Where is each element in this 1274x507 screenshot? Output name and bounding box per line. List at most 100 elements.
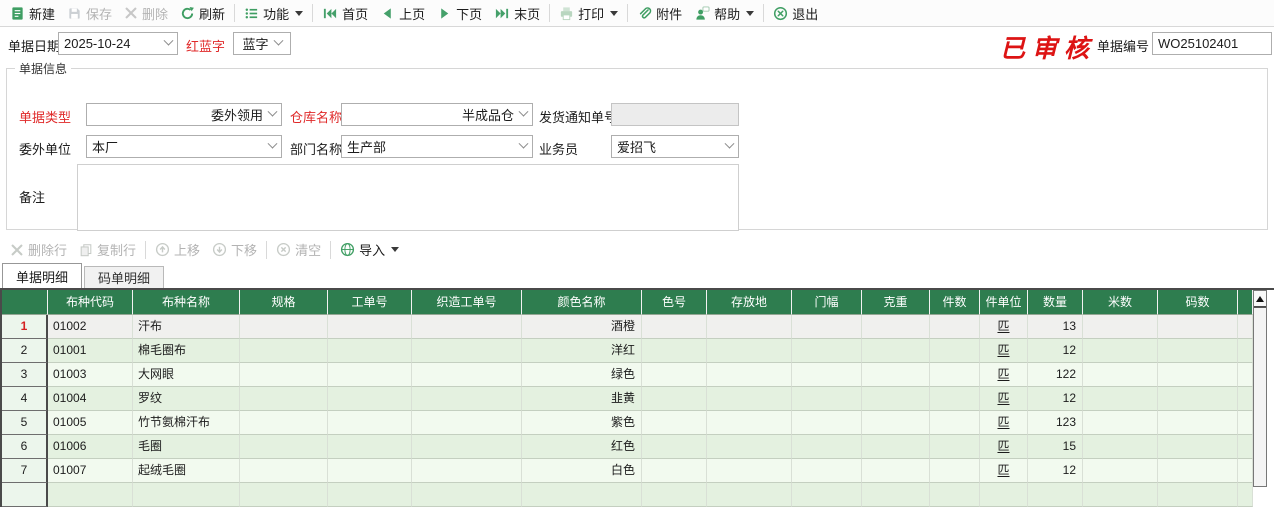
table-cell[interactable] xyxy=(1083,411,1158,435)
print-button[interactable]: 打印 xyxy=(553,1,624,26)
table-cell[interactable]: 12 xyxy=(1028,339,1083,363)
table-cell[interactable] xyxy=(792,411,862,435)
table-cell[interactable] xyxy=(240,339,328,363)
first-page-button[interactable]: 首页 xyxy=(316,1,374,26)
table-cell[interactable] xyxy=(930,387,980,411)
table-cell[interactable] xyxy=(1158,339,1238,363)
table-cell[interactable] xyxy=(707,363,792,387)
table-cell[interactable] xyxy=(240,411,328,435)
move-up-button[interactable]: 上移 xyxy=(149,237,206,262)
refresh-button[interactable]: 刷新 xyxy=(174,1,231,26)
table-cell[interactable]: 汗布 xyxy=(133,315,240,339)
table-cell[interactable] xyxy=(328,315,412,339)
delete-button[interactable]: 删除 xyxy=(118,1,174,26)
table-cell[interactable] xyxy=(707,411,792,435)
table-cell[interactable] xyxy=(792,315,862,339)
table-cell[interactable] xyxy=(328,459,412,483)
table-cell[interactable]: 匹 xyxy=(980,339,1028,363)
table-cell[interactable] xyxy=(707,435,792,459)
table-cell[interactable] xyxy=(862,315,930,339)
table-cell[interactable] xyxy=(1083,387,1158,411)
table-cell[interactable] xyxy=(1238,387,1253,411)
row-number-cell[interactable]: 4 xyxy=(2,387,48,411)
clear-button[interactable]: 清空 xyxy=(270,237,327,262)
table-cell[interactable]: 13 xyxy=(1028,315,1083,339)
table-cell[interactable] xyxy=(642,387,707,411)
table-cell[interactable] xyxy=(412,435,522,459)
table-cell[interactable] xyxy=(642,363,707,387)
table-cell[interactable]: 01002 xyxy=(48,315,133,339)
table-cell[interactable] xyxy=(1083,363,1158,387)
table-cell[interactable]: 紫色 xyxy=(522,411,642,435)
last-page-button[interactable]: 末页 xyxy=(488,1,546,26)
table-cell[interactable] xyxy=(328,435,412,459)
table-cell[interactable] xyxy=(642,315,707,339)
vertical-scrollbar[interactable] xyxy=(1253,290,1267,487)
salesman-combobox[interactable]: 爱招飞 xyxy=(611,135,739,158)
functions-button[interactable]: 功能 xyxy=(238,1,309,26)
department-combobox[interactable]: 生产部 xyxy=(341,135,533,158)
table-cell[interactable]: 韭黄 xyxy=(522,387,642,411)
table-cell[interactable]: 01003 xyxy=(48,363,133,387)
table-cell[interactable] xyxy=(1083,435,1158,459)
table-cell[interactable]: 匹 xyxy=(980,435,1028,459)
table-cell[interactable] xyxy=(412,339,522,363)
table-cell[interactable] xyxy=(642,435,707,459)
table-cell[interactable] xyxy=(240,387,328,411)
row-number-cell[interactable]: 6 xyxy=(2,435,48,459)
table-cell[interactable] xyxy=(328,387,412,411)
table-cell[interactable]: 01004 xyxy=(48,387,133,411)
table-cell[interactable]: 红色 xyxy=(522,435,642,459)
table-cell[interactable] xyxy=(328,339,412,363)
table-cell[interactable] xyxy=(862,363,930,387)
help-button[interactable]: 帮助 xyxy=(688,1,760,26)
table-cell[interactable]: 起绒毛圈 xyxy=(133,459,240,483)
table-cell[interactable] xyxy=(930,339,980,363)
table-cell[interactable]: 匹 xyxy=(980,315,1028,339)
table-cell[interactable] xyxy=(792,363,862,387)
next-page-button[interactable]: 下页 xyxy=(431,1,488,26)
table-cell[interactable] xyxy=(1083,459,1158,483)
table-cell[interactable] xyxy=(1158,411,1238,435)
import-button[interactable]: 导入 xyxy=(334,237,405,262)
doc-type-combobox[interactable]: 委外领用 xyxy=(86,103,282,126)
table-cell[interactable]: 01001 xyxy=(48,339,133,363)
table-cell[interactable] xyxy=(642,459,707,483)
table-cell[interactable] xyxy=(1083,339,1158,363)
table-cell[interactable] xyxy=(412,411,522,435)
row-number-cell[interactable]: 7 xyxy=(2,459,48,483)
table-cell[interactable]: 122 xyxy=(1028,363,1083,387)
remark-textarea[interactable] xyxy=(77,164,739,231)
row-number-cell[interactable]: 3 xyxy=(2,363,48,387)
table-cell[interactable] xyxy=(642,339,707,363)
table-cell[interactable]: 绿色 xyxy=(522,363,642,387)
table-cell[interactable] xyxy=(1238,459,1253,483)
table-cell[interactable]: 大网眼 xyxy=(133,363,240,387)
table-cell[interactable]: 12 xyxy=(1028,387,1083,411)
table-cell[interactable] xyxy=(1238,411,1253,435)
table-cell[interactable] xyxy=(862,459,930,483)
table-cell[interactable]: 毛圈 xyxy=(133,435,240,459)
new-button[interactable]: 新建 xyxy=(4,1,61,26)
blue-entry-combobox[interactable]: 蓝字 xyxy=(233,32,291,55)
table-cell[interactable]: 01006 xyxy=(48,435,133,459)
attachment-button[interactable]: 附件 xyxy=(631,1,688,26)
row-number-cell[interactable]: 5 xyxy=(2,411,48,435)
table-cell[interactable]: 15 xyxy=(1028,435,1083,459)
table-cell[interactable]: 棉毛圈布 xyxy=(133,339,240,363)
table-cell[interactable] xyxy=(707,339,792,363)
table-cell[interactable]: 12 xyxy=(1028,459,1083,483)
table-cell[interactable] xyxy=(240,435,328,459)
table-cell[interactable] xyxy=(1238,315,1253,339)
table-cell[interactable] xyxy=(1158,387,1238,411)
table-cell[interactable]: 竹节氨棉汗布 xyxy=(133,411,240,435)
row-number-cell[interactable]: 2 xyxy=(2,339,48,363)
table-cell[interactable] xyxy=(328,411,412,435)
table-cell[interactable] xyxy=(240,363,328,387)
table-cell[interactable] xyxy=(707,315,792,339)
doc-no-input[interactable]: WO25102401 xyxy=(1152,32,1272,55)
scroll-up-arrow-icon[interactable] xyxy=(1254,291,1266,307)
table-cell[interactable] xyxy=(412,459,522,483)
table-cell[interactable] xyxy=(862,339,930,363)
table-cell[interactable] xyxy=(412,387,522,411)
